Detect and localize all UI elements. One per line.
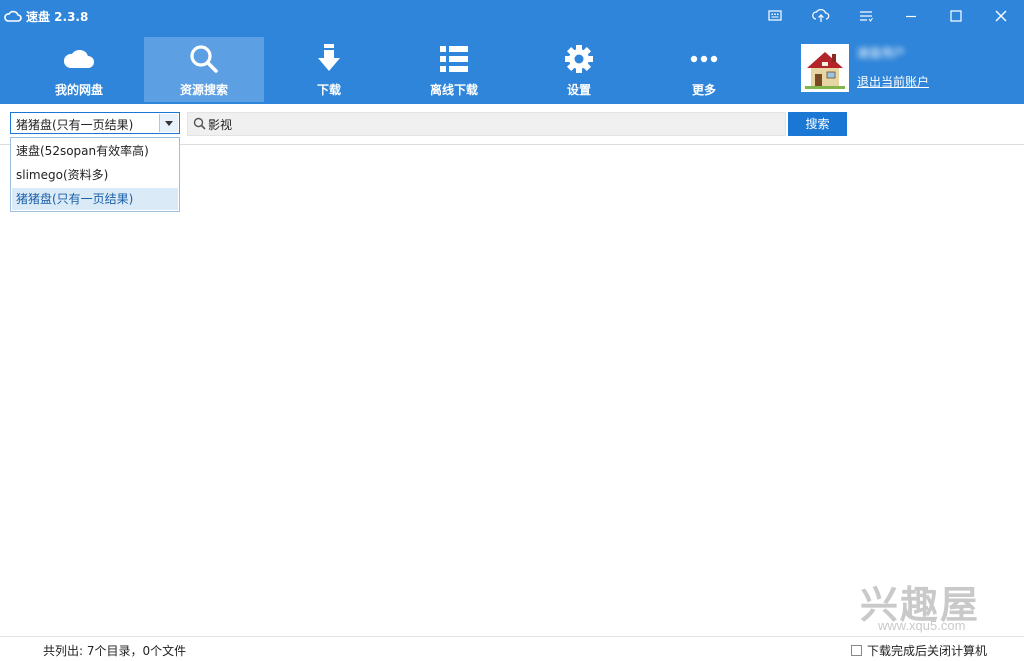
search-source-dropdown: 速盘(52sopan有效率高) slimego(资料多) 猪猪盘(只有一页结果)	[10, 137, 180, 212]
search-input[interactable]	[208, 115, 768, 133]
app-title: 速盘 2.3.8	[4, 7, 88, 25]
download-arrow-icon	[311, 43, 347, 75]
chevron-down-icon[interactable]	[159, 114, 178, 132]
tab-settings[interactable]: 设置	[519, 37, 639, 102]
logout-link[interactable]: 退出当前账户	[857, 73, 929, 90]
tab-offline-download[interactable]: 离线下载	[394, 37, 514, 102]
user-name: 速盘用户	[857, 46, 906, 60]
upload-icon[interactable]	[808, 4, 834, 28]
search-small-icon	[193, 117, 206, 130]
search-query-box[interactable]	[187, 112, 786, 136]
app-logo-icon	[4, 10, 22, 22]
search-source-select[interactable]: 猪猪盘(只有一页结果)	[10, 112, 180, 134]
tab-resource-search-label: 资源搜索	[179, 83, 228, 97]
status-summary: 共列出: 7个目录，0个文件	[43, 644, 187, 658]
tab-download[interactable]: 下载	[269, 37, 389, 102]
minimize-icon[interactable]	[898, 4, 924, 28]
tab-more-label: 更多	[691, 83, 716, 97]
shutdown-after-download-option[interactable]: 下载完成后关闭计算机	[851, 642, 987, 659]
house-avatar-icon[interactable]	[801, 44, 849, 92]
app-title-text: 速盘 2.3.8	[26, 9, 89, 24]
tab-more[interactable]: 更多	[644, 37, 764, 102]
tab-my-netdisk[interactable]: 我的网盘	[19, 37, 139, 102]
feedback-icon[interactable]	[762, 4, 788, 28]
title-bar: 速盘 2.3.8	[0, 0, 1024, 32]
maximize-icon[interactable]	[943, 4, 969, 28]
search-source-option[interactable]: slimego(资料多)	[12, 164, 178, 186]
shutdown-checkbox[interactable]	[851, 645, 862, 656]
search-button[interactable]: 搜索	[788, 112, 847, 136]
tab-download-label: 下载	[316, 83, 341, 97]
search-icon	[186, 43, 222, 75]
watermark-url: www.xqu5.com	[878, 618, 966, 633]
shutdown-label: 下载完成后关闭计算机	[867, 644, 988, 658]
list-icon	[436, 43, 472, 75]
tab-my-netdisk-label: 我的网盘	[54, 83, 103, 97]
tab-resource-search[interactable]: 资源搜索	[144, 37, 264, 102]
menu-icon[interactable]	[853, 4, 879, 28]
tab-settings-label: 设置	[566, 83, 591, 97]
tab-offline-download-label: 离线下载	[429, 83, 478, 97]
watermark: 兴趣屋 www.xqu5.com	[860, 574, 994, 634]
more-dots-icon	[686, 43, 722, 75]
search-source-option[interactable]: 速盘(52sopan有效率高)	[12, 140, 178, 162]
gear-icon	[561, 43, 597, 75]
close-icon[interactable]	[988, 4, 1014, 28]
cloud-icon	[61, 43, 97, 75]
search-source-option-selected[interactable]: 猪猪盘(只有一页结果)	[12, 188, 178, 210]
status-bar: 共列出: 7个目录，0个文件 下载完成后关闭计算机	[0, 636, 1024, 661]
search-source-selected: 猪猪盘(只有一页结果)	[16, 118, 134, 132]
app-header: 速盘 2.3.8 我的网盘 资源搜索 下载 离线下载 设置 更多 速盘用户 退出…	[0, 0, 1024, 104]
